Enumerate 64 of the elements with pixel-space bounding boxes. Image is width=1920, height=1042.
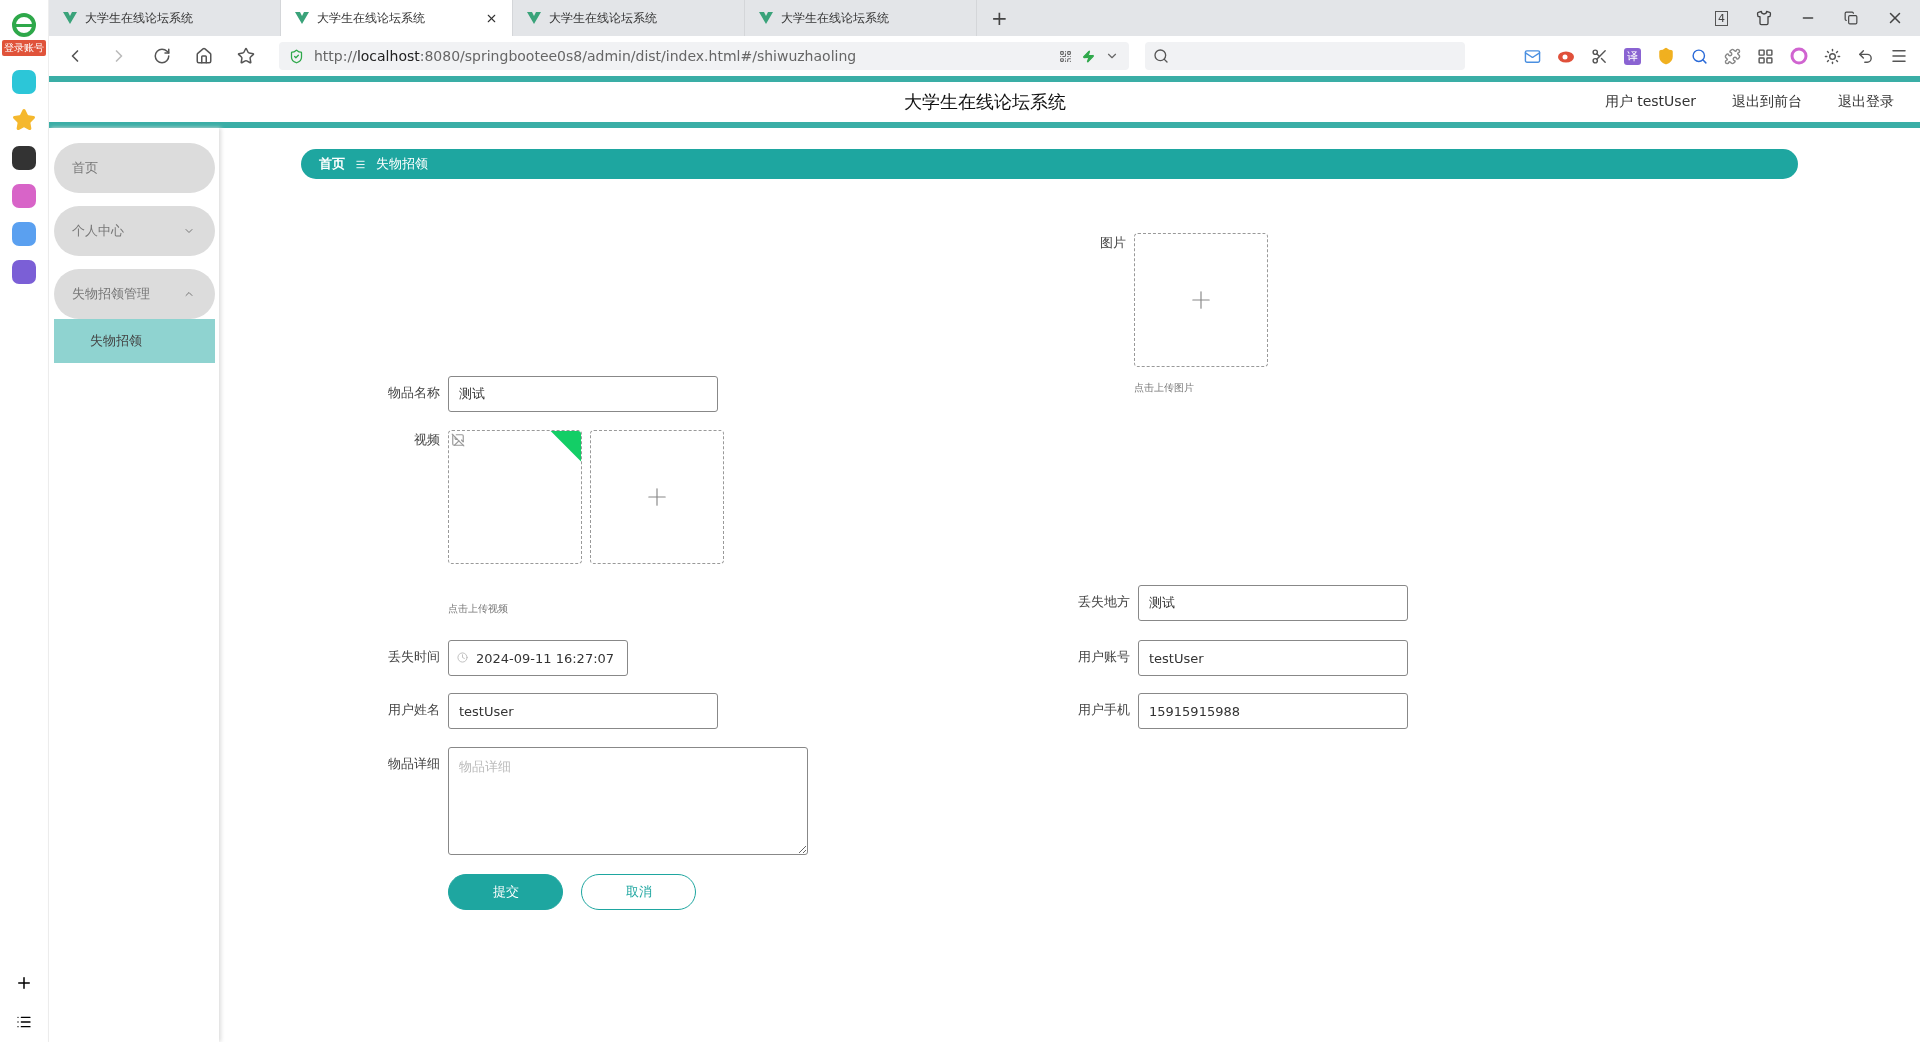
vue-logo-icon [527,12,541,24]
address-bar[interactable]: http://localhost:8080/springbootee0s8/admin/dist/index.html#/shiwuzhaoling [279,42,1129,70]
vue-logo-icon [295,12,309,24]
qr-icon[interactable] [1059,49,1072,63]
field-label: 图片 [1099,234,1126,252]
list-icon[interactable] [16,1014,32,1030]
clock-icon [457,652,468,663]
sun-icon[interactable] [1824,47,1841,65]
text-field[interactable]: testUser [1138,640,1408,676]
browser-logo-icon[interactable] [11,12,37,38]
tab-count[interactable]: 4 [1715,10,1728,26]
field-label: 丢失地方 [1077,593,1130,611]
field-label: 用户姓名 [387,701,440,719]
lightning-icon[interactable] [1082,49,1095,63]
text-field[interactable]: 测试 [448,376,718,412]
text-field[interactable]: testUser [448,693,718,729]
grid-icon[interactable] [1757,47,1774,65]
vue-logo-icon [63,12,77,24]
browser-tab[interactable]: 大学生在线论坛系统 [513,0,745,36]
home-icon[interactable] [195,47,213,65]
field-label: 物品详细 [387,755,440,773]
field-label: 视频 [413,431,440,449]
undo-icon[interactable] [1857,47,1874,65]
eye-icon[interactable] [1557,49,1575,63]
vue-logo-icon [759,12,773,24]
reload-icon[interactable] [153,47,171,65]
login-badge[interactable]: 登录账号 [2,40,46,56]
star-icon[interactable] [237,47,255,65]
puzzle-icon[interactable] [1724,47,1741,65]
mail-icon[interactable] [1524,47,1541,65]
search-field[interactable] [1145,42,1465,70]
breadcrumb-current: 失物招领 [376,155,428,173]
datetime-field[interactable]: 2024-09-11 16:27:07 [448,640,628,676]
search-icon [1153,48,1169,64]
separator-icon [355,158,366,170]
search-icon[interactable] [1691,47,1708,65]
add-icon[interactable] [15,974,33,992]
translate-button[interactable]: 译 [1624,47,1641,65]
browser-tab[interactable]: 大学生在线论坛系统 [281,0,513,36]
header-link[interactable]: 退出到前台 [1732,93,1802,111]
text-field[interactable]: 15915915988 [1138,693,1408,729]
field-label: 物品名称 [387,384,440,402]
sidebar-subitem[interactable]: 失物招领 [54,319,215,363]
site-title: 大学生在线论坛系统 [903,90,1066,114]
details-textarea[interactable]: 物品详细 [448,747,808,855]
scissors-icon[interactable] [1591,47,1608,65]
header-link[interactable]: 用户 testUser [1604,93,1696,111]
broken-image-icon [451,433,465,447]
upload-hint: 点击上传视频 [448,602,509,616]
field-label: 丢失时间 [387,648,440,666]
menu-icon[interactable] [1890,47,1908,65]
browser-tab[interactable]: 大学生在线论坛系统 [745,0,977,36]
field-label: 用户手机 [1077,701,1130,719]
field-label: 用户账号 [1077,648,1130,666]
new-tab-button[interactable]: + [977,6,1022,30]
upload-hint: 点击上传图片 [1134,381,1195,395]
shirt-icon[interactable] [1756,10,1772,26]
star-icon[interactable] [12,108,36,132]
text-field[interactable]: 测试 [1138,585,1408,621]
sidebar-item[interactable]: 首页 [54,143,215,193]
ring-icon[interactable] [1790,47,1808,65]
shield-icon [289,48,304,64]
header-link[interactable]: 退出登录 [1838,93,1894,111]
restore-icon[interactable] [1844,11,1858,25]
